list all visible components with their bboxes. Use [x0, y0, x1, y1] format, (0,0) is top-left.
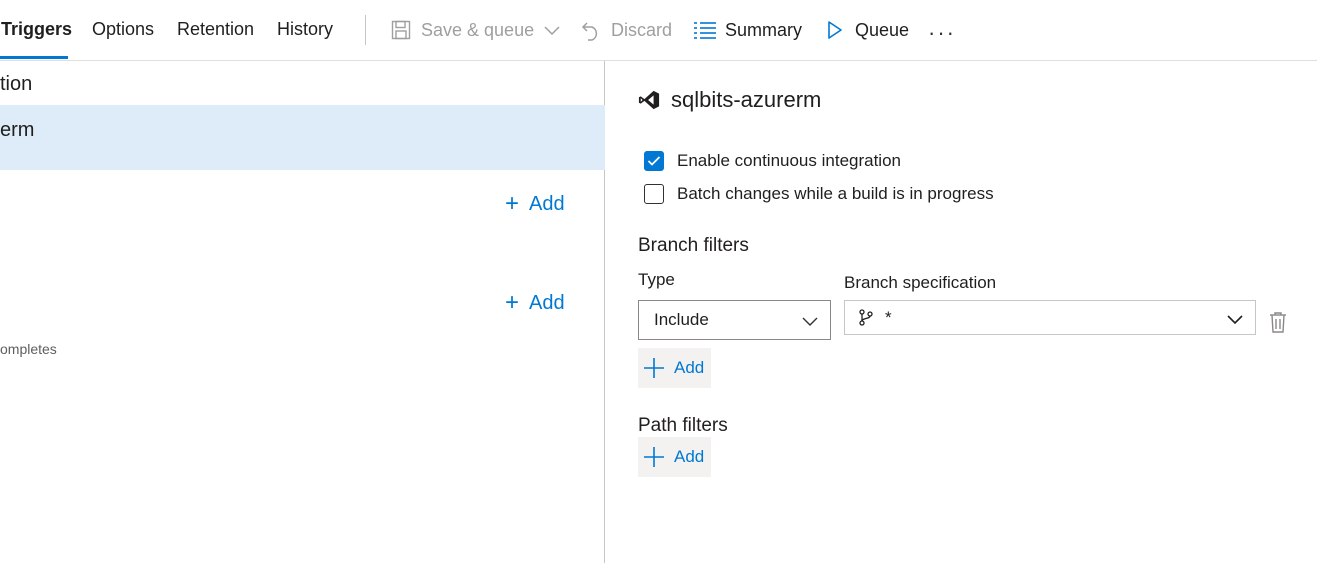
- plus-icon: +: [505, 289, 520, 316]
- add-path-filter-button[interactable]: Add: [638, 437, 711, 477]
- visual-studio-icon: [638, 90, 660, 110]
- tab-retention[interactable]: Retention: [177, 19, 254, 40]
- save-icon: [390, 19, 412, 41]
- play-icon: [824, 19, 846, 41]
- type-label: Type: [638, 270, 675, 289]
- list-icon: [694, 19, 716, 41]
- toolbar-divider: [365, 15, 366, 45]
- plus-icon: [644, 358, 664, 378]
- more-actions-icon[interactable]: ···: [928, 20, 956, 46]
- branch-spec-value: *: [885, 307, 892, 327]
- chevron-down-icon: [802, 312, 818, 332]
- add-trigger-label: Add: [529, 192, 565, 215]
- path-filters-title: Path filters: [638, 415, 728, 436]
- enable-ci-label: Enable continuous integration: [677, 151, 901, 170]
- branch-filters-title: Branch filters: [638, 235, 749, 256]
- repository-header: sqlbits-azurerm: [638, 87, 821, 113]
- discard-button[interactable]: Discard: [580, 19, 672, 41]
- summary-button[interactable]: Summary: [694, 19, 802, 41]
- add-trigger-button[interactable]: + Add: [505, 192, 565, 216]
- delete-icon[interactable]: [1268, 311, 1288, 333]
- branch-icon: [859, 309, 873, 326]
- summary-label: Summary: [725, 19, 803, 40]
- queue-label: Queue: [855, 19, 910, 40]
- selected-list-item[interactable]: [0, 105, 605, 170]
- triggers-list-panel: tion erm + Add + Add ompletes: [0, 61, 605, 563]
- add-path-filter-label: Add: [674, 447, 705, 466]
- selected-list-item-label: erm: [0, 119, 35, 141]
- add-trigger-label-2: Add: [529, 291, 565, 314]
- undo-icon: [580, 19, 602, 41]
- chevron-down-icon[interactable]: [544, 20, 560, 41]
- add-branch-filter-label: Add: [674, 358, 705, 377]
- type-select-value: Include: [654, 310, 709, 329]
- tab-triggers[interactable]: Triggers: [1, 19, 72, 40]
- checkbox-unchecked-icon[interactable]: [644, 184, 664, 204]
- list-item[interactable]: tion: [0, 73, 32, 96]
- queue-button[interactable]: Queue: [824, 19, 909, 41]
- add-trigger-button-2[interactable]: + Add: [505, 291, 565, 315]
- active-tab-indicator: [0, 56, 68, 59]
- save-queue-button[interactable]: Save & queue: [390, 19, 560, 41]
- add-branch-filter-button[interactable]: Add: [638, 348, 711, 388]
- branch-spec-label: Branch specification: [844, 273, 997, 292]
- chevron-down-icon: [1227, 310, 1243, 330]
- plus-icon: +: [505, 190, 520, 217]
- batch-changes-label: Batch changes while a build is in progre…: [677, 184, 994, 203]
- trigger-details-panel: sqlbits-azurerm Enable continuous integr…: [606, 61, 1317, 563]
- checkbox-checked-icon[interactable]: [644, 151, 664, 171]
- trigger-description: ompletes: [0, 341, 57, 357]
- top-toolbar: Triggers Options Retention History Save …: [0, 0, 1317, 61]
- tab-history[interactable]: History: [277, 19, 333, 40]
- enable-ci-checkbox[interactable]: Enable continuous integration: [644, 151, 901, 171]
- branch-spec-select[interactable]: *: [844, 300, 1256, 335]
- type-select[interactable]: Include: [638, 300, 831, 340]
- tab-options[interactable]: Options: [92, 19, 154, 40]
- save-queue-label: Save & queue: [421, 19, 535, 40]
- plus-icon: [644, 447, 664, 467]
- discard-label: Discard: [611, 19, 673, 40]
- batch-changes-checkbox[interactable]: Batch changes while a build is in progre…: [644, 184, 994, 204]
- repository-name: sqlbits-azurerm: [671, 87, 822, 112]
